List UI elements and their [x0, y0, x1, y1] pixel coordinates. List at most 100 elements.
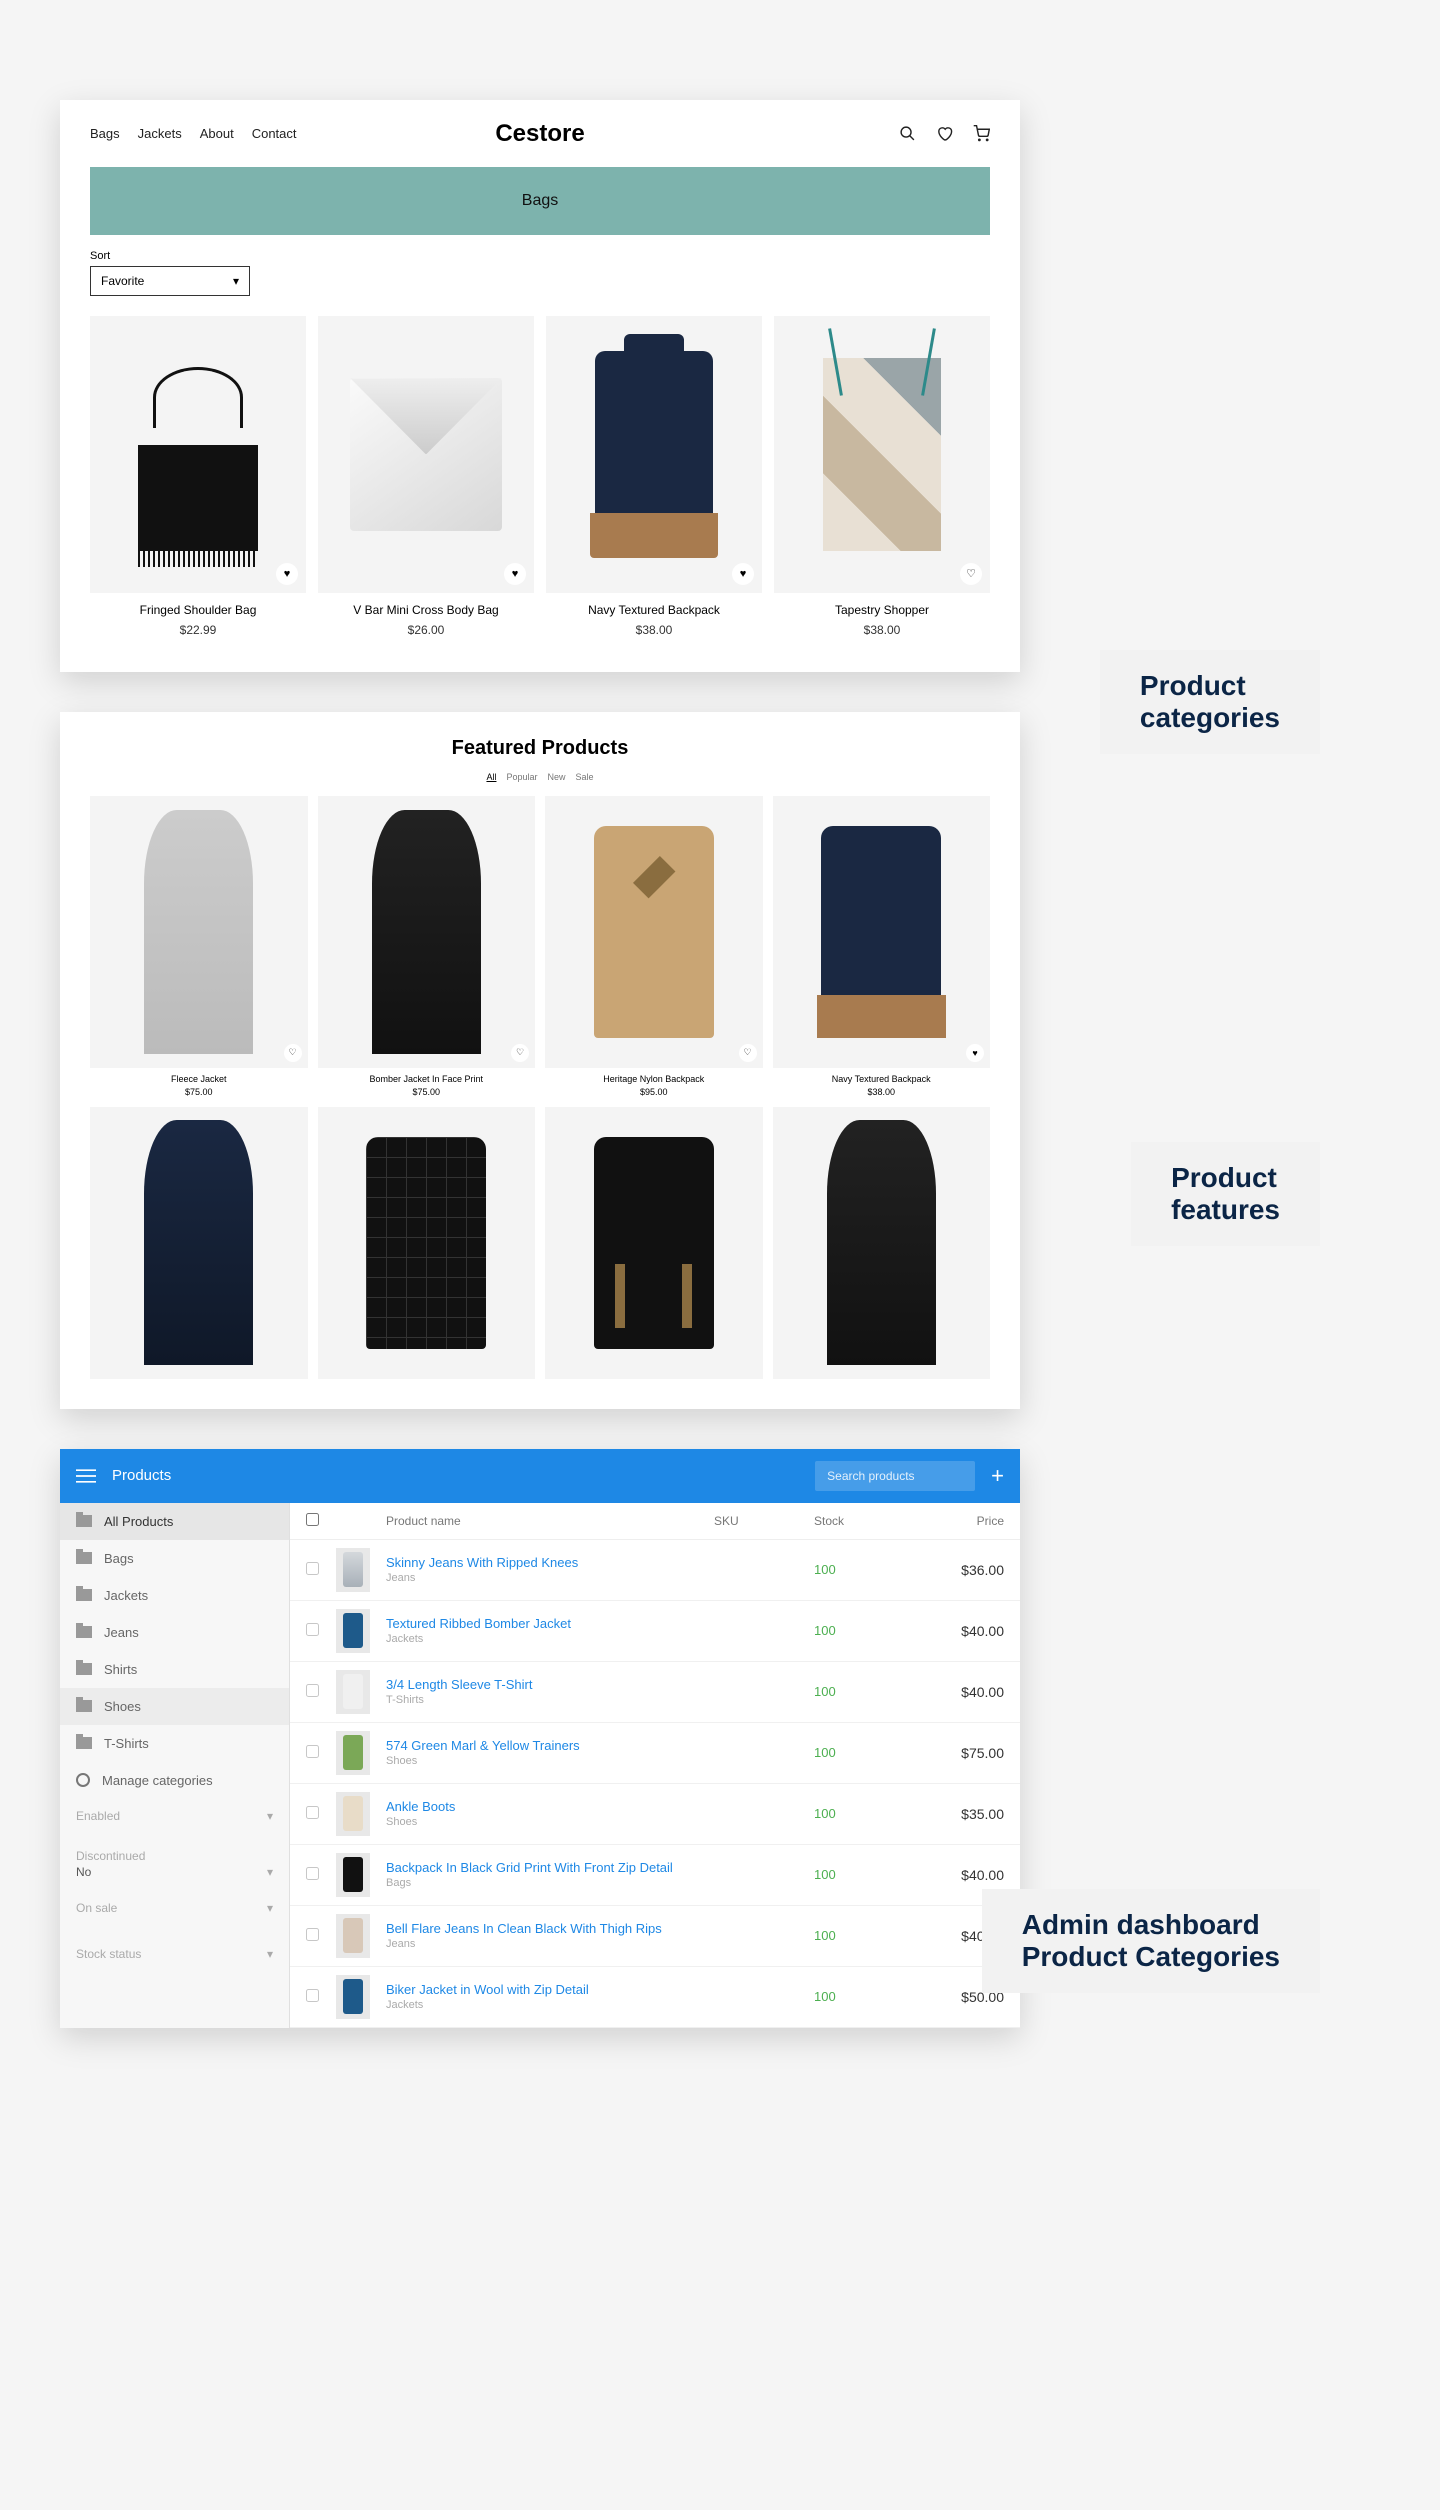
- product-title[interactable]: Bell Flare Jeans In Clean Black With Thi…: [386, 1921, 714, 1936]
- sidebar-item-all[interactable]: All Products: [60, 1503, 289, 1540]
- product-title[interactable]: Skinny Jeans With Ripped Knees: [386, 1555, 714, 1570]
- favorite-icon[interactable]: ♡: [284, 1044, 302, 1062]
- product-card[interactable]: [545, 1107, 763, 1379]
- product-card[interactable]: ♡ Fleece Jacket $75.00: [90, 796, 308, 1097]
- product-title[interactable]: Ankle Boots: [386, 1799, 714, 1814]
- chevron-down-icon: ▾: [267, 1809, 273, 1823]
- favorite-icon[interactable]: ♥: [504, 563, 526, 585]
- search-input[interactable]: [815, 1461, 975, 1491]
- product-stock: 100: [814, 1562, 914, 1577]
- table-row[interactable]: Textured Ribbed Bomber JacketJackets100$…: [290, 1601, 1020, 1662]
- filter-stock[interactable]: Stock status▾: [60, 1937, 289, 1965]
- manage-categories[interactable]: Manage categories: [60, 1762, 289, 1799]
- sidebar-item-shirts[interactable]: Shirts: [60, 1651, 289, 1688]
- product-thumbnail: [336, 1975, 370, 2019]
- table-row[interactable]: Skinny Jeans With Ripped KneesJeans100$3…: [290, 1540, 1020, 1601]
- product-price: $75.00: [318, 1087, 536, 1097]
- cart-icon[interactable]: [973, 125, 990, 142]
- product-category: Jackets: [386, 1633, 714, 1645]
- favorite-icon[interactable]: ♥: [966, 1044, 984, 1062]
- table-row[interactable]: Biker Jacket in Wool with Zip DetailJack…: [290, 1967, 1020, 2028]
- product-card[interactable]: ♡ Bomber Jacket In Face Print $75.00: [318, 796, 536, 1097]
- product-category: Jeans: [386, 1938, 714, 1950]
- add-product-button[interactable]: +: [991, 1463, 1004, 1489]
- folder-icon: [76, 1737, 92, 1749]
- col-price: Price: [914, 1514, 1004, 1528]
- filter-onsale[interactable]: On sale▾: [60, 1891, 289, 1919]
- featured-products-panel: Product features Featured Products All P…: [60, 712, 1020, 1409]
- favorite-icon[interactable]: ♡: [960, 563, 982, 585]
- product-card[interactable]: [90, 1107, 308, 1379]
- sidebar-item-bags[interactable]: Bags: [60, 1540, 289, 1577]
- product-card[interactable]: [773, 1107, 991, 1379]
- tab-popular[interactable]: Popular: [506, 772, 537, 782]
- filter-discontinued[interactable]: No▾: [60, 1865, 289, 1883]
- col-sku: SKU: [714, 1514, 814, 1528]
- folder-icon: [76, 1663, 92, 1675]
- product-category: Jeans: [386, 1572, 714, 1584]
- nav-contact[interactable]: Contact: [252, 126, 297, 141]
- product-title[interactable]: Backpack In Black Grid Print With Front …: [386, 1860, 714, 1875]
- row-checkbox[interactable]: [306, 1562, 319, 1575]
- menu-icon[interactable]: [76, 1468, 96, 1484]
- row-checkbox[interactable]: [306, 1745, 319, 1758]
- favorite-icon[interactable]: ♡: [511, 1044, 529, 1062]
- table-row[interactable]: Ankle BootsShoes100$35.00: [290, 1784, 1020, 1845]
- table-row[interactable]: Backpack In Black Grid Print With Front …: [290, 1845, 1020, 1906]
- favorite-icon[interactable]: ♡: [739, 1044, 757, 1062]
- product-stock: 100: [814, 1623, 914, 1638]
- product-card[interactable]: ♥ Navy Textured Backpack $38.00: [546, 316, 762, 637]
- product-category: Shoes: [386, 1816, 714, 1828]
- nav-about[interactable]: About: [200, 126, 234, 141]
- sidebar-item-jackets[interactable]: Jackets: [60, 1577, 289, 1614]
- product-title[interactable]: 574 Green Marl & Yellow Trainers: [386, 1738, 714, 1753]
- sidebar-item-jeans[interactable]: Jeans: [60, 1614, 289, 1651]
- gear-icon: [76, 1773, 90, 1787]
- row-checkbox[interactable]: [306, 1989, 319, 2002]
- folder-icon: [76, 1626, 92, 1638]
- folder-icon: [76, 1589, 92, 1601]
- row-checkbox[interactable]: [306, 1684, 319, 1697]
- admin-sidebar: All Products Bags Jackets Jeans Shirts S…: [60, 1503, 290, 2028]
- storefront-categories-panel: Product categories Bags Jackets About Co…: [60, 100, 1020, 672]
- table-row[interactable]: 3/4 Length Sleeve T-ShirtT-Shirts100$40.…: [290, 1662, 1020, 1723]
- table-row[interactable]: Bell Flare Jeans In Clean Black With Thi…: [290, 1906, 1020, 1967]
- product-thumbnail: [336, 1792, 370, 1836]
- folder-icon: [76, 1552, 92, 1564]
- favorite-icon[interactable]: ♥: [276, 563, 298, 585]
- product-card[interactable]: ♡ Heritage Nylon Backpack $95.00: [545, 796, 763, 1097]
- folder-icon: [76, 1700, 92, 1712]
- product-card[interactable]: ♡ Tapestry Shopper $38.00: [774, 316, 990, 637]
- tab-new[interactable]: New: [548, 772, 566, 782]
- filter-enabled[interactable]: Enabled▾: [60, 1799, 289, 1827]
- wishlist-icon[interactable]: [936, 125, 953, 142]
- row-checkbox[interactable]: [306, 1806, 319, 1819]
- product-price: $35.00: [914, 1806, 1004, 1822]
- product-price: $38.00: [546, 623, 762, 637]
- tab-sale[interactable]: Sale: [576, 772, 594, 782]
- nav-bags[interactable]: Bags: [90, 126, 120, 141]
- sidebar-item-tshirts[interactable]: T-Shirts: [60, 1725, 289, 1762]
- store-logo[interactable]: Cestore: [495, 120, 584, 148]
- product-card[interactable]: [318, 1107, 536, 1379]
- chevron-down-icon: ▾: [267, 1901, 273, 1915]
- product-title[interactable]: 3/4 Length Sleeve T-Shirt: [386, 1677, 714, 1692]
- nav-jackets[interactable]: Jackets: [138, 126, 182, 141]
- product-card[interactable]: ♥ V Bar Mini Cross Body Bag $26.00: [318, 316, 534, 637]
- search-icon[interactable]: [899, 125, 916, 142]
- sort-value: Favorite: [101, 274, 144, 288]
- row-checkbox[interactable]: [306, 1867, 319, 1880]
- product-title[interactable]: Textured Ribbed Bomber Jacket: [386, 1616, 714, 1631]
- table-row[interactable]: 574 Green Marl & Yellow TrainersShoes100…: [290, 1723, 1020, 1784]
- sidebar-item-shoes[interactable]: Shoes: [60, 1688, 289, 1725]
- product-name: Bomber Jacket In Face Print: [318, 1074, 536, 1084]
- product-title[interactable]: Biker Jacket in Wool with Zip Detail: [386, 1982, 714, 1997]
- favorite-icon[interactable]: ♥: [732, 563, 754, 585]
- row-checkbox[interactable]: [306, 1623, 319, 1636]
- select-all-checkbox[interactable]: [306, 1513, 319, 1526]
- row-checkbox[interactable]: [306, 1928, 319, 1941]
- sort-dropdown[interactable]: Favorite ▾: [90, 266, 250, 296]
- product-card[interactable]: ♥ Navy Textured Backpack $38.00: [773, 796, 991, 1097]
- tab-all[interactable]: All: [486, 772, 496, 782]
- product-card[interactable]: ♥ Fringed Shoulder Bag $22.99: [90, 316, 306, 637]
